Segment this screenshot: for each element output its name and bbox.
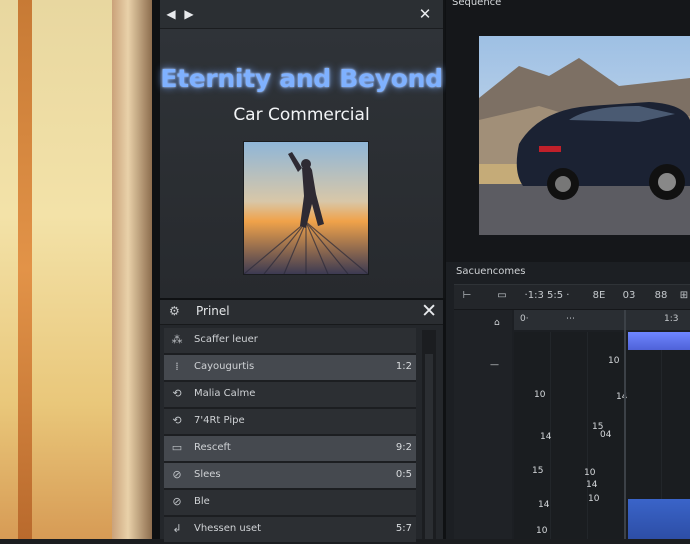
monitor-video-frame[interactable] bbox=[479, 36, 690, 235]
track-divider: — bbox=[490, 360, 499, 370]
layer-icon: ⁂ bbox=[171, 333, 183, 346]
layer-label: Malia Calme bbox=[194, 388, 256, 399]
monitor-label: Sequence bbox=[452, 0, 502, 8]
tool-timecode[interactable]: ·1:3 5:5 · bbox=[520, 289, 574, 303]
layer-row[interactable]: ⟲ Malia Calme bbox=[164, 382, 416, 409]
layer-icon: ⊘ bbox=[172, 468, 182, 481]
tool-button-c[interactable]: 88 bbox=[652, 289, 670, 303]
layer-label: Ble bbox=[194, 496, 210, 507]
window-frame-right bbox=[112, 0, 152, 539]
close-icon[interactable]: ✕ bbox=[421, 300, 437, 322]
tool-trim-icon[interactable]: ⊢ bbox=[460, 289, 474, 303]
track-lock-icon[interactable]: ⌂ bbox=[494, 318, 500, 328]
layers-title: Prinel bbox=[196, 304, 230, 318]
layer-row[interactable]: ▭ Resceft 9:2 bbox=[164, 436, 416, 463]
car-scene-image bbox=[479, 36, 690, 235]
timeline-panel: Sacuencomes ⊢ ▭ ·1:3 5:5 · 8E 03 88 ⊞ ⌂ … bbox=[446, 262, 690, 539]
layer-row[interactable]: ⊘ Slees 0:5 bbox=[164, 463, 416, 490]
preview-subtitle: Car Commercial bbox=[233, 105, 370, 125]
layer-label: Slees bbox=[194, 469, 221, 480]
layer-label: Vhessen uset bbox=[194, 523, 262, 534]
layer-label: 7'4Rt Pipe bbox=[194, 415, 245, 426]
preview-title: Eternity and Beyond bbox=[160, 64, 443, 93]
layers-panel: ⚙ Prinel ✕ ⁂ Scaffer leuer ⁞ Cayougurtis 1:2… bbox=[160, 300, 443, 544]
window-background bbox=[0, 0, 156, 539]
layer-row[interactable]: ⁞ Cayougurtis 1:2 bbox=[164, 355, 416, 382]
ruler-mark: 1:3 bbox=[664, 314, 679, 324]
track-number: 04 bbox=[600, 430, 612, 440]
timeline-label: Sacuencomes bbox=[456, 266, 526, 277]
layer-icon: ⟲ bbox=[172, 387, 182, 400]
track-number: 10 bbox=[588, 494, 600, 504]
layer-value: 5:7 bbox=[395, 523, 412, 534]
window-frame-left bbox=[18, 0, 32, 539]
sunset-figure-image bbox=[244, 142, 368, 274]
scrollbar-thumb[interactable] bbox=[425, 354, 433, 539]
layer-icon: ↲ bbox=[172, 522, 182, 535]
layers-icon: ⚙ bbox=[169, 304, 180, 318]
layer-label: Cayougurtis bbox=[194, 361, 255, 372]
track-number: 15 bbox=[532, 466, 544, 476]
play-icon[interactable]: ▶ bbox=[182, 7, 196, 21]
timeline-clip[interactable] bbox=[628, 499, 690, 539]
layer-label: Scaffer leuer bbox=[194, 334, 258, 345]
layer-value: 9:2 bbox=[395, 442, 412, 453]
program-monitor: Sequence bbox=[446, 0, 690, 262]
tool-button-a[interactable]: 8E bbox=[590, 289, 608, 303]
playhead[interactable] bbox=[624, 310, 626, 539]
layers-header: ⚙ Prinel ✕ bbox=[160, 300, 443, 325]
timeline-clip[interactable] bbox=[628, 332, 690, 350]
track-headers: ⌂ — bbox=[454, 310, 512, 539]
time-ruler[interactable]: 0· ⋯ 1:3 bbox=[514, 310, 690, 330]
track-number: 10 bbox=[536, 526, 548, 536]
preview-panel: ◀ ▶ ✕ Eternity and Beyond Car Commercial bbox=[160, 0, 445, 298]
step-back-icon[interactable]: ◀ bbox=[164, 7, 178, 21]
layer-icon: ⁞ bbox=[175, 360, 179, 373]
track-number: 14 bbox=[538, 500, 550, 510]
close-icon[interactable]: ✕ bbox=[418, 7, 432, 22]
tool-clip-icon[interactable]: ▭ bbox=[494, 289, 510, 303]
layer-icon: ⟲ bbox=[172, 414, 182, 427]
ruler-mark: ⋯ bbox=[566, 314, 575, 324]
layer-row[interactable]: ⊘ Ble bbox=[164, 490, 416, 517]
layers-scrollbar[interactable] bbox=[422, 330, 436, 539]
preview-toolbar: ◀ ▶ ✕ bbox=[160, 0, 443, 29]
tool-button-b[interactable]: 03 bbox=[620, 289, 638, 303]
ruler-mark: 0· bbox=[520, 314, 529, 324]
track-number: 10 bbox=[608, 356, 620, 366]
track-number: 10 bbox=[534, 390, 546, 400]
tool-grid-icon[interactable]: ⊞ bbox=[678, 289, 690, 303]
layer-row[interactable]: ⟲ 7'4Rt Pipe bbox=[164, 409, 416, 436]
timeline-toolbar: ⊢ ▭ ·1:3 5:5 · 8E 03 88 ⊞ bbox=[454, 284, 690, 310]
layer-value: 1:2 bbox=[395, 361, 412, 372]
track-number: 14 bbox=[540, 432, 552, 442]
layer-icon: ⊘ bbox=[172, 495, 182, 508]
layer-icon: ▭ bbox=[171, 441, 183, 454]
layer-row[interactable]: ⁂ Scaffer leuer bbox=[164, 328, 416, 355]
layer-value: 0:5 bbox=[395, 469, 412, 480]
preview-thumbnail[interactable] bbox=[243, 141, 369, 275]
track-number: 14 bbox=[586, 480, 598, 490]
layer-row[interactable]: ↲ Vhessen uset 5:7 bbox=[164, 517, 416, 544]
layer-label: Resceft bbox=[194, 442, 231, 453]
track-number: 10 bbox=[584, 468, 596, 478]
